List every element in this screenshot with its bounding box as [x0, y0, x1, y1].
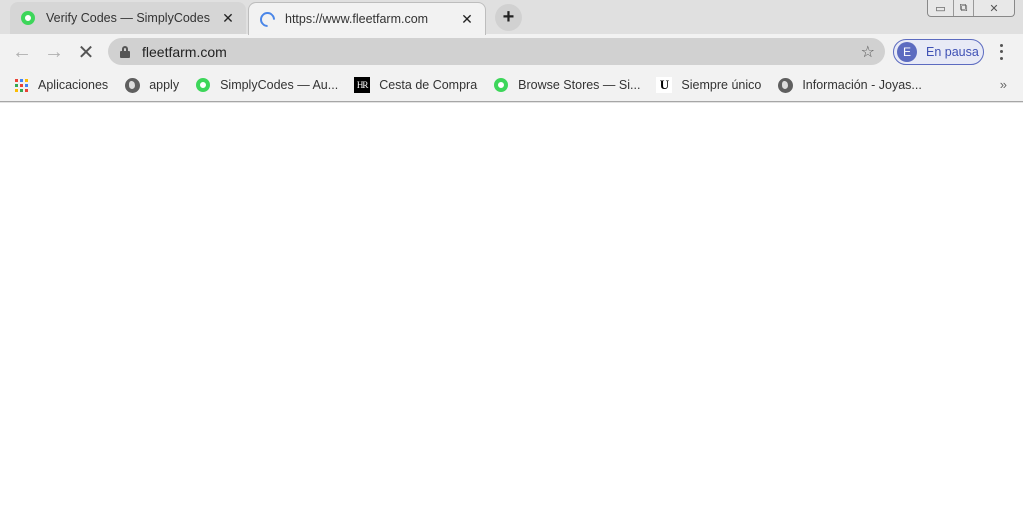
new-tab-button[interactable]: + [495, 4, 522, 31]
profile-status: En pausa [926, 45, 979, 59]
green-ring-icon [493, 77, 509, 93]
bookmark-informacion-joyas[interactable]: Información - Joyas... [777, 71, 922, 99]
window-controls: ▭ ⧉ ✕ [927, 0, 1015, 17]
bookmarks-overflow-button[interactable]: » [1000, 77, 1007, 92]
green-ring-icon [195, 77, 211, 93]
toolbar: ← → ✕ fleetfarm.com ☆ E En pausa [0, 34, 1023, 69]
bookmark-label: SimplyCodes — Au... [220, 78, 339, 92]
tab-title: https://www.fleetfarm.com [285, 12, 429, 26]
bookmark-label: Cesta de Compra [379, 78, 478, 92]
globe-icon [124, 77, 140, 93]
hr-logo-icon: HR [354, 77, 371, 93]
page-content [0, 103, 1023, 529]
tab-fleetfarm[interactable]: https://www.fleetfarm.com ✕ [248, 2, 486, 35]
bookmark-label: Aplicaciones [38, 78, 109, 92]
bookmark-label: Siempre único [681, 78, 762, 92]
bookmark-cesta-de-compra[interactable]: HR Cesta de Compra [354, 71, 477, 99]
tab-title: Verify Codes — SimplyCodes [46, 11, 210, 25]
globe-icon [777, 77, 793, 93]
address-bar[interactable]: fleetfarm.com ☆ [108, 38, 885, 65]
bookmark-star-icon[interactable]: ☆ [861, 42, 875, 62]
avatar: E [897, 42, 917, 62]
loading-spinner-icon [256, 8, 278, 30]
forward-button[interactable]: → [40, 38, 68, 66]
url-text[interactable]: fleetfarm.com [142, 44, 861, 60]
back-button[interactable]: ← [8, 38, 36, 66]
bookmark-label: Información - Joyas... [802, 78, 922, 92]
profile-button[interactable]: E En pausa [893, 39, 984, 65]
bookmark-browse-stores[interactable]: Browse Stores — Si... [493, 71, 640, 99]
apps-grid-icon [13, 77, 29, 93]
close-tab-button[interactable]: ✕ [218, 8, 238, 28]
u-logo-icon: U [656, 77, 673, 93]
bookmarks-bar: Aplicaciones apply SimplyCodes — Au... H… [0, 69, 1023, 102]
tab-verify-codes[interactable]: Verify Codes — SimplyCodes ✕ [10, 2, 246, 34]
green-ring-icon [20, 10, 36, 26]
bookmark-simplycodes[interactable]: SimplyCodes — Au... [195, 71, 338, 99]
minimize-button[interactable]: ▭ [928, 0, 954, 16]
close-tab-button[interactable]: ✕ [457, 9, 477, 29]
stop-loading-button[interactable]: ✕ [72, 38, 100, 66]
bookmark-apps[interactable]: Aplicaciones [13, 71, 108, 99]
bookmark-label: Browse Stores — Si... [518, 78, 641, 92]
bookmark-siempre-unico[interactable]: U Siempre único [656, 71, 761, 99]
lock-icon[interactable] [120, 45, 130, 58]
bookmark-label: apply [149, 78, 180, 92]
close-window-button[interactable]: ✕ [974, 0, 1014, 16]
kebab-menu-icon[interactable] [994, 42, 1008, 62]
bookmark-apply[interactable]: apply [124, 71, 179, 99]
restore-button[interactable]: ⧉ [954, 0, 974, 16]
tab-strip: Verify Codes — SimplyCodes ✕ https://www… [0, 0, 1023, 35]
browser-chrome: Verify Codes — SimplyCodes ✕ https://www… [0, 0, 1023, 103]
